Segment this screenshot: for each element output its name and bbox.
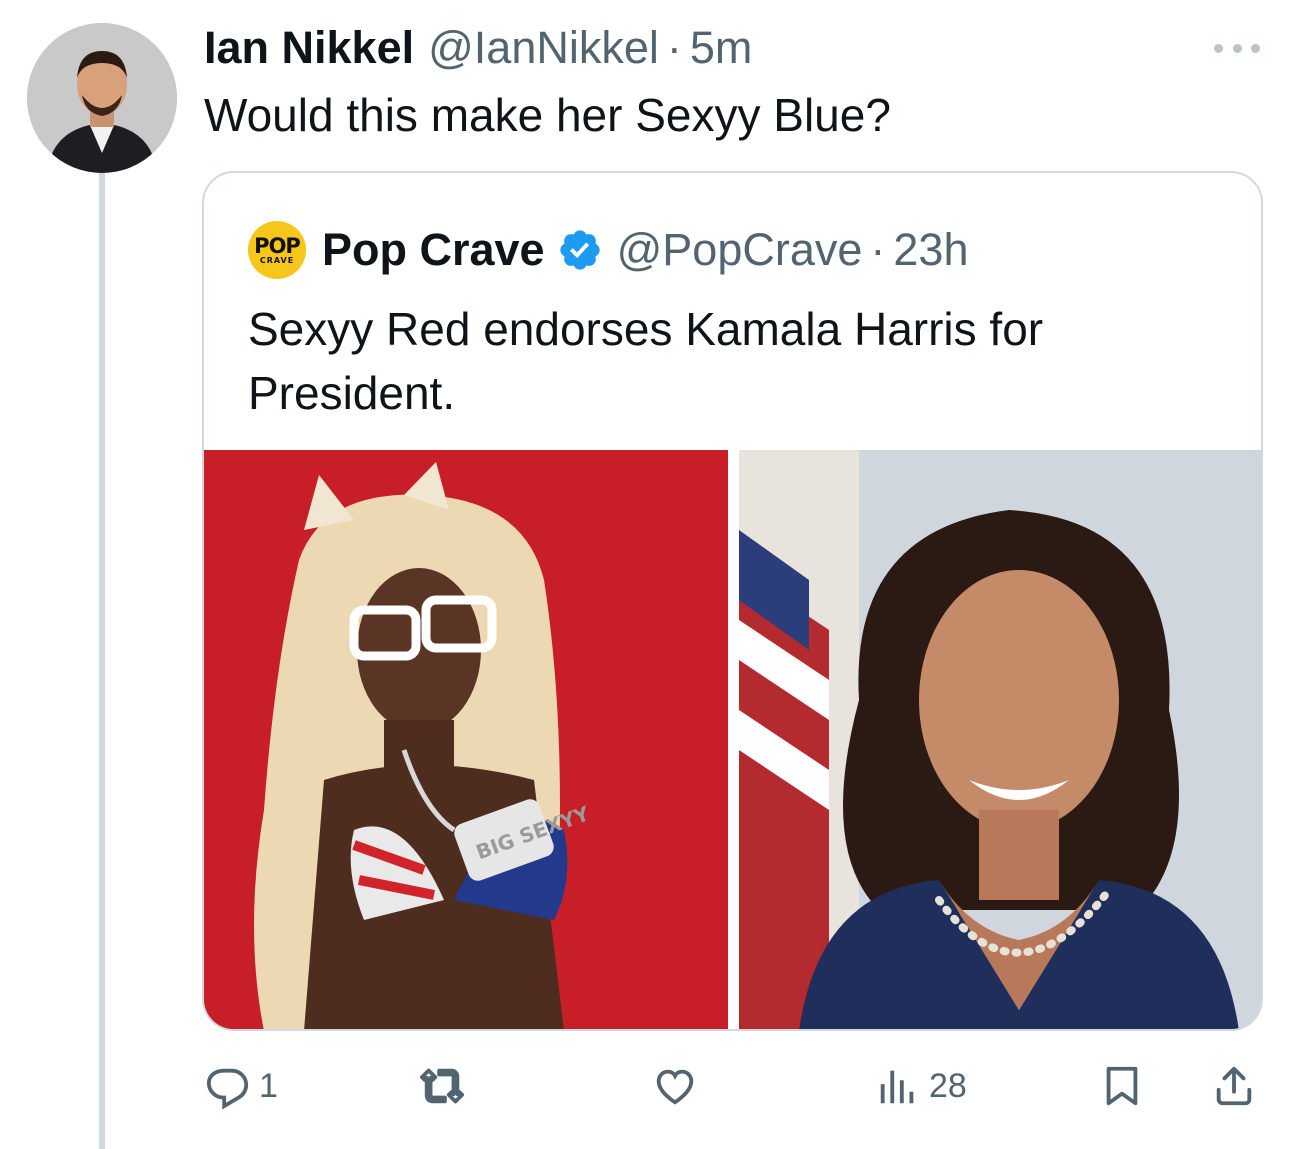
bookmark-icon [1106, 1066, 1138, 1106]
pop-crave-logo[interactable]: POP CRAVE [248, 221, 306, 279]
separator-dot: · [666, 22, 682, 73]
tweet-header: Ian Nikkel @IanNikkel · 5m [204, 22, 752, 74]
more-options-button[interactable] [1214, 38, 1260, 58]
share-button[interactable] [1211, 1063, 1257, 1109]
author-avatar[interactable] [27, 23, 177, 173]
quoted-author-handle[interactable]: @PopCrave [617, 224, 863, 276]
retweet-button[interactable] [420, 1063, 474, 1109]
reply-icon [206, 1068, 249, 1109]
avatar-photo [27, 23, 177, 173]
quoted-tweet-header: POP CRAVE Pop Crave @PopCrave · 23h [248, 221, 968, 279]
photo-sexyy-red: BIG SEXYY [204, 450, 728, 1029]
media-photo-right[interactable] [739, 450, 1261, 1029]
media-photo-left[interactable]: BIG SEXYY [204, 450, 728, 1029]
reply-button[interactable]: 1 [205, 1063, 278, 1109]
quoted-author-name[interactable]: Pop Crave [322, 224, 545, 276]
heart-icon [656, 1069, 694, 1105]
quoted-tweet-timestamp[interactable]: 23h [893, 224, 968, 276]
photo-kamala-harris [739, 450, 1261, 1029]
logo-text-top: POP [254, 233, 301, 258]
tweet-timestamp[interactable]: 5m [690, 22, 753, 74]
views-button[interactable]: 28 [875, 1063, 967, 1109]
logo-text-bottom: CRAVE [259, 255, 295, 265]
media-grid: BIG SEXYY [204, 450, 1261, 1029]
tweet-page: Ian Nikkel @IanNikkel · 5m Would this ma… [0, 0, 1290, 1149]
quoted-tweet-card[interactable]: POP CRAVE Pop Crave @PopCrave · 23h Sexy… [202, 171, 1263, 1031]
analytics-icon [880, 1070, 914, 1104]
author-handle[interactable]: @IanNikkel [428, 22, 659, 74]
retweet-icon [420, 1068, 465, 1104]
more-dot-icon [1251, 43, 1260, 53]
quoted-tweet-text: Sexyy Red endorses Kamala Harris for Pre… [248, 303, 1044, 419]
tweet-text: Would this make her Sexyy Blue? [204, 89, 891, 141]
separator-dot: · [870, 224, 886, 275]
author-name[interactable]: Ian Nikkel [204, 22, 414, 74]
views-count: 28 [929, 1066, 967, 1105]
bookmark-button[interactable] [1099, 1063, 1145, 1109]
share-icon [1216, 1066, 1252, 1106]
like-button[interactable] [652, 1063, 706, 1109]
thread-connector-line [99, 173, 105, 1149]
reply-count: 1 [259, 1066, 278, 1105]
more-dot-icon [1232, 43, 1242, 53]
more-dot-icon [1214, 43, 1223, 53]
verified-badge-icon [559, 230, 600, 270]
